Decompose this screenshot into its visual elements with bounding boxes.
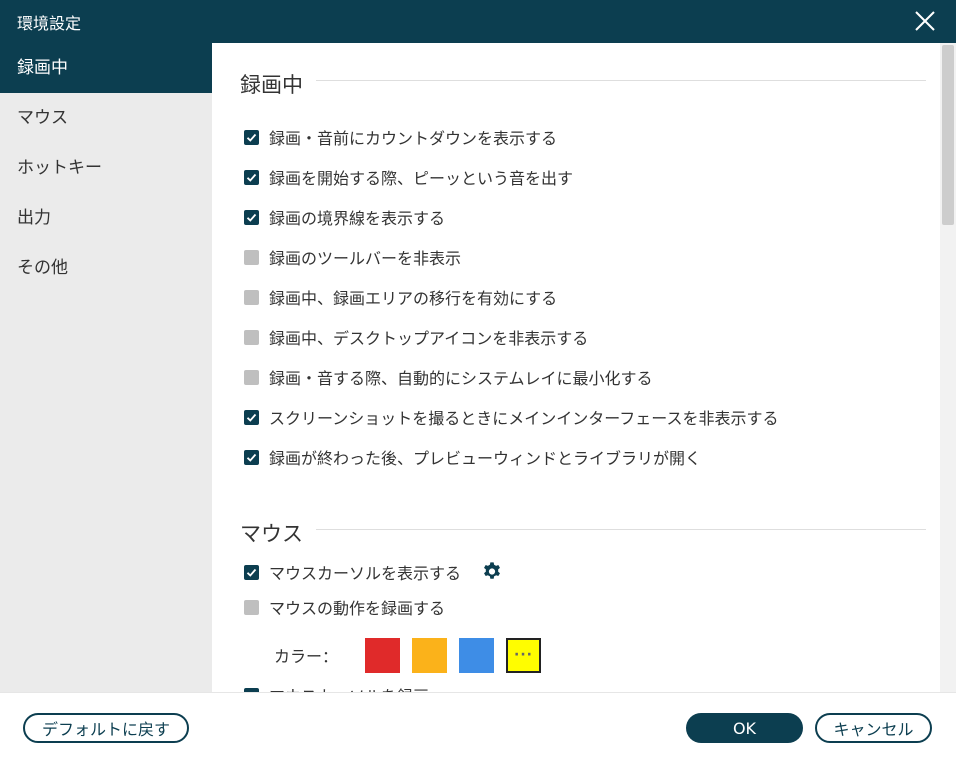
section-heading-mouse: マウス (240, 522, 303, 546)
checkbox-icon[interactable] (244, 599, 259, 615)
section-divider (316, 80, 926, 81)
ok-button[interactable]: OK (686, 713, 803, 743)
checkbox-icon[interactable] (244, 169, 259, 185)
sidebar-item-recording[interactable]: 録画中 (0, 43, 212, 93)
option-label: 録画の境界線を表示する (269, 209, 446, 228)
option-label: 録画を開始する際、ピーッという音を出す (269, 169, 574, 188)
cancel-button[interactable]: キャンセル (815, 713, 932, 743)
option-beep-sound[interactable]: 録画を開始する際、ピーッという音を出す (244, 165, 573, 189)
option-label: 録画・音前にカウントダウンを表示する (269, 129, 558, 148)
color-swatch-red[interactable] (365, 637, 400, 673)
checkbox-icon[interactable] (244, 409, 259, 425)
gear-icon[interactable] (481, 561, 503, 583)
sidebar-item-output[interactable]: 出力 (0, 193, 212, 243)
mouse-color-row: カラー： ··· (274, 637, 553, 673)
option-move-area[interactable]: 録画中、録画エリアの移行を有効にする (244, 285, 557, 309)
color-swatch-yellow-selected[interactable]: ··· (506, 637, 541, 673)
close-icon[interactable] (912, 8, 938, 34)
option-hide-toolbar[interactable]: 録画のツールバーを非表示 (244, 245, 461, 269)
sidebar-item-mouse[interactable]: マウス (0, 93, 212, 143)
reset-default-button[interactable]: デフォルトに戻す (23, 713, 189, 743)
checkbox-icon[interactable] (244, 289, 259, 305)
more-dots-icon: ··· (514, 647, 533, 663)
checkbox-icon[interactable] (244, 564, 259, 580)
option-label: スクリーンショットを撮るときにメインインターフェースを非表示する (269, 409, 779, 428)
option-countdown[interactable]: 録画・音前にカウントダウンを表示する (244, 125, 557, 149)
option-label: マウスの動作を録画する (269, 599, 446, 618)
checkbox-icon[interactable] (244, 209, 259, 225)
option-open-preview[interactable]: 録画が終わった後、プレビューウィンドとライブラリが開く (244, 445, 701, 469)
color-swatch-blue[interactable] (459, 637, 494, 673)
option-label: マウスカーソルを表示する (269, 564, 462, 583)
window-title: 環境設定 (17, 14, 82, 33)
title-bar: 環境設定 (0, 0, 956, 43)
sidebar-item-hotkey[interactable]: ホットキー (0, 143, 212, 193)
sidebar: 録画中 マウス ホットキー 出力 その他 (0, 43, 212, 692)
option-show-border[interactable]: 録画の境界線を表示する (244, 205, 445, 229)
checkbox-icon[interactable] (244, 449, 259, 465)
option-label: 録画中、録画エリアの移行を有効にする (269, 289, 558, 308)
option-hide-desktop-icons[interactable]: 録画中、デスクトップアイコンを非表示する (244, 325, 588, 349)
checkbox-icon[interactable] (244, 369, 259, 385)
section-heading-recording: 録画中 (240, 73, 303, 97)
option-label: マウスカーソルを録画 (269, 683, 429, 692)
option-record-mouse-action[interactable]: マウスの動作を録画する (244, 595, 445, 619)
scrollbar-thumb[interactable] (942, 45, 954, 225)
sidebar-item-other[interactable]: その他 (0, 243, 212, 293)
option-hide-main-ui[interactable]: スクリーンショットを撮るときにメインインターフェースを非表示する (244, 405, 778, 429)
checkbox-icon[interactable] (244, 249, 259, 265)
option-show-cursor[interactable]: マウスカーソルを表示する (244, 560, 503, 584)
checkbox-icon[interactable] (244, 129, 259, 145)
option-minimize-tray[interactable]: 録画・音する際、自動的にシステムレイに最小化する (244, 365, 653, 389)
option-record-cursor-partial[interactable]: マウスカーソルを録画 (244, 683, 429, 692)
color-swatch-orange[interactable] (412, 637, 447, 673)
settings-content: 録画中 録画・音前にカウントダウンを表示する 録画を開始する際、ピーッという音を… (212, 43, 940, 692)
color-label: カラー： (274, 647, 339, 666)
section-divider (316, 529, 926, 530)
checkbox-icon[interactable] (244, 329, 259, 345)
dialog-footer: デフォルトに戻す OK キャンセル (0, 692, 956, 768)
option-label: 録画・音する際、自動的にシステムレイに最小化する (269, 369, 653, 388)
option-label: 録画が終わった後、プレビューウィンドとライブラリが開く (269, 449, 702, 468)
scrollbar[interactable] (940, 43, 956, 692)
option-label: 録画中、デスクトップアイコンを非表示する (269, 329, 589, 348)
option-label: 録画のツールバーを非表示 (269, 249, 462, 268)
